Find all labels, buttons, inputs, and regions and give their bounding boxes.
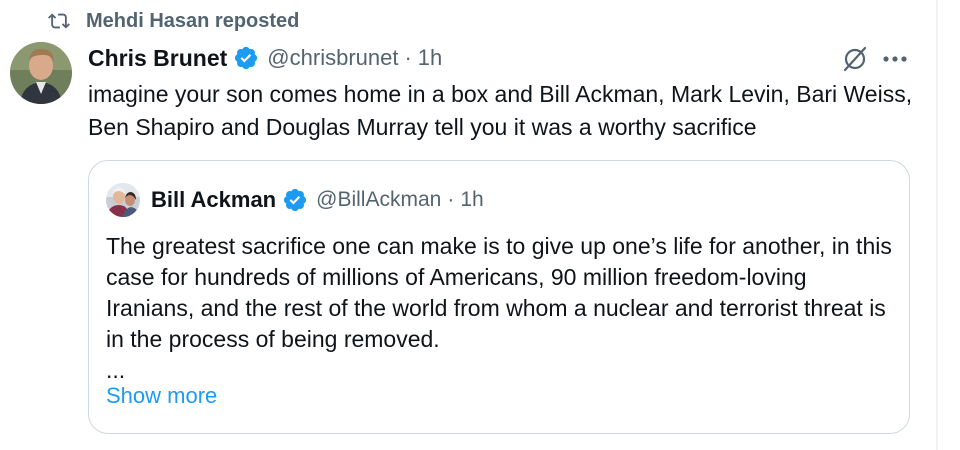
separator-dot: · (404, 45, 412, 70)
quoted-post-timestamp[interactable]: 1h (460, 188, 483, 212)
post-text: imagine your son comes home in a box and… (88, 81, 913, 140)
timeline-divider (936, 0, 938, 450)
quoted-author-name[interactable]: Bill Ackman (151, 187, 276, 213)
quoted-post[interactable]: Bill Ackman @BillAckman · 1h The greates… (88, 160, 910, 434)
post-header: Chris Brunet @chrisbrunet · 1h (88, 42, 442, 74)
quoted-post-header: Bill Ackman @BillAckman · 1h (151, 184, 484, 216)
quoted-author-avatar[interactable] (106, 183, 140, 217)
repost-label: Mehdi Hasan reposted (86, 9, 300, 32)
grok-icon[interactable] (840, 44, 870, 74)
show-more-link[interactable]: Show more (106, 383, 217, 409)
author-handle[interactable]: @chrisbrunet (267, 45, 398, 71)
quoted-post-body: The greatest sacrifice one can make is t… (106, 233, 892, 352)
truncation-ellipsis: ... (106, 357, 126, 383)
repost-icon (48, 10, 70, 32)
quoted-author-handle[interactable]: @BillAckman (316, 188, 441, 212)
quoted-post-text: The greatest sacrifice one can make is t… (106, 231, 896, 386)
separator-dot: · (447, 188, 455, 211)
author-name[interactable]: Chris Brunet (88, 45, 227, 72)
post-timestamp[interactable]: 1h (418, 45, 442, 71)
verified-badge-icon[interactable] (233, 45, 259, 71)
verified-badge-icon[interactable] (282, 187, 308, 213)
more-options-icon[interactable] (878, 44, 912, 74)
repost-context[interactable]: Mehdi Hasan reposted (48, 8, 299, 34)
author-avatar[interactable] (10, 42, 72, 104)
